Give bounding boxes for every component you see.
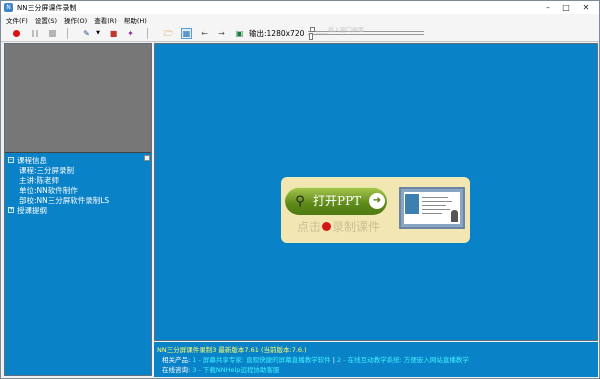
eraser-button[interactable]: ■	[108, 28, 119, 39]
close-icon[interactable]: ✕	[575, 1, 597, 13]
toolbar-separator	[67, 28, 68, 39]
related-products-label: 相关产品:	[162, 356, 191, 364]
related-products: 相关产品: 1 - 屏幕共享专家: 直观快捷的屏幕直播教学软件 | 2 - 在线…	[162, 354, 469, 364]
app-window: N NN三分屏课件录制 – □ ✕ 文件(F) 设置(S) 操作(O) 查看(R…	[0, 0, 600, 379]
support-link-download[interactable]: 3 - 下载NNHelp远程协助客服	[192, 366, 279, 374]
online-support-label: 在线咨询:	[162, 366, 191, 374]
presenter-icon	[405, 194, 419, 214]
slider-ghost-text: ____插入窗口画面	[316, 27, 365, 34]
fullscreen-button[interactable]: ▣	[234, 28, 245, 39]
toolbar-separator	[147, 28, 148, 39]
select-button[interactable]: ✦	[125, 28, 136, 39]
volume-sliders: ____插入窗口画面	[308, 24, 424, 42]
eraser-icon: ■	[109, 29, 118, 38]
layout-preview-thumbnail[interactable]	[399, 187, 465, 229]
menu-settings[interactable]: 设置(S)	[35, 15, 57, 25]
menu-operate[interactable]: 操作(O)	[64, 15, 87, 25]
pen-dropdown[interactable]: ▼	[95, 28, 101, 39]
pause-button[interactable]	[29, 28, 40, 39]
record-hint-left: 点击	[297, 220, 322, 234]
thumbnail-text-line	[422, 205, 446, 206]
layout-icon: ▦	[182, 29, 191, 38]
maximize-icon[interactable]: □	[557, 1, 575, 13]
product-link-screen-share[interactable]: 1 - 屏幕共享专家: 直观快捷的屏幕直播教学软件	[192, 356, 330, 364]
menu-file[interactable]: 文件(F)	[6, 15, 28, 25]
open-ppt-label: 打开PPT	[313, 194, 362, 208]
tree-header-outline[interactable]: 授课提纲	[17, 205, 47, 216]
menu-bar: 文件(F) 设置(S) 操作(O) 查看(R) 帮助(H)	[1, 14, 599, 25]
window-title: NN三分屏课件录制	[17, 3, 77, 12]
top-slider-track[interactable]: ____插入窗口画面	[308, 26, 424, 34]
forward-arrow-icon: →	[218, 29, 225, 38]
joystick-icon: ⚲	[295, 193, 305, 209]
top-slider-thumb[interactable]	[310, 27, 315, 32]
minimize-icon[interactable]: –	[539, 1, 557, 13]
stop-icon	[49, 30, 56, 37]
ppt-stage: ⚲ 打开PPT ➜ 点击 录制课件	[154, 43, 598, 341]
pause-icon	[31, 30, 38, 37]
back-button[interactable]: ←	[199, 28, 210, 39]
version-info: NN三分屏课件录制3 最新版本7.61 (当前版本:7.6.)	[157, 346, 307, 354]
info-panel: NN三分屏课件录制3 最新版本7.61 (当前版本:7.6.) 相关产品: 1 …	[154, 342, 598, 377]
start-card: ⚲ 打开PPT ➜ 点击 录制课件	[281, 177, 470, 243]
open-folder-icon: 🗁	[163, 29, 174, 38]
pen-button[interactable]: ✎	[81, 28, 92, 39]
product-separator: |	[332, 356, 335, 364]
course-tree: – 课程信息 课程:三分屏录制 主讲:陈老师 单位:NN软件制作 部校:NN三分…	[5, 154, 151, 375]
thumbnail-canvas	[404, 192, 460, 224]
title-bar: N NN三分屏课件录制 – □ ✕	[1, 1, 599, 14]
record-dot-icon	[322, 222, 332, 231]
bottom-slider-track[interactable]	[308, 33, 424, 40]
thumbnail-text-line	[422, 197, 448, 198]
output-resolution-label: 输出:1280x720	[249, 29, 305, 38]
app-icon: N	[4, 3, 13, 12]
figure-icon	[451, 210, 458, 222]
bottom-slider-thumb[interactable]	[309, 33, 313, 40]
pen-icon: ✎	[83, 29, 90, 38]
arrow-right-icon: ➜	[369, 193, 385, 209]
record-hint-right: 录制课件	[332, 220, 381, 234]
thumbnail-text-line	[422, 209, 450, 210]
left-pane: – 课程信息 课程:三分屏录制 主讲:陈老师 单位:NN软件制作 部校:NN三分…	[4, 43, 152, 376]
online-support: 在线咨询: 3 - 下载NNHelp远程协助客服	[162, 364, 279, 374]
layout-button[interactable]: ▦	[181, 28, 192, 39]
camera-preview	[5, 44, 151, 153]
fullscreen-icon: ▣	[235, 29, 244, 38]
record-button[interactable]	[11, 28, 22, 39]
menu-help[interactable]: 帮助(H)	[124, 15, 147, 25]
collapse-icon[interactable]: –	[8, 157, 14, 163]
back-arrow-icon: ←	[201, 29, 208, 38]
open-folder-button[interactable]: 🗁	[163, 28, 174, 39]
thumbnail-text-line	[422, 213, 442, 214]
record-hint[interactable]: 点击 录制课件	[297, 218, 380, 235]
stop-button[interactable]	[47, 28, 58, 39]
menu-view[interactable]: 查看(R)	[94, 15, 117, 25]
select-icon: ✦	[127, 29, 134, 38]
open-ppt-button[interactable]: ⚲ 打开PPT ➜	[285, 187, 387, 215]
edit-icon[interactable]	[144, 155, 150, 161]
expand-icon[interactable]: +	[8, 207, 14, 213]
chevron-down-icon: ▼	[96, 30, 100, 36]
record-icon	[13, 30, 20, 37]
thumbnail-text-line	[422, 201, 452, 202]
forward-button[interactable]: →	[216, 28, 227, 39]
window-controls: – □ ✕	[539, 1, 597, 13]
product-link-live-teaching[interactable]: 2 - 在线互动教学系统: 方便嵌入网站直播教学	[337, 356, 469, 364]
